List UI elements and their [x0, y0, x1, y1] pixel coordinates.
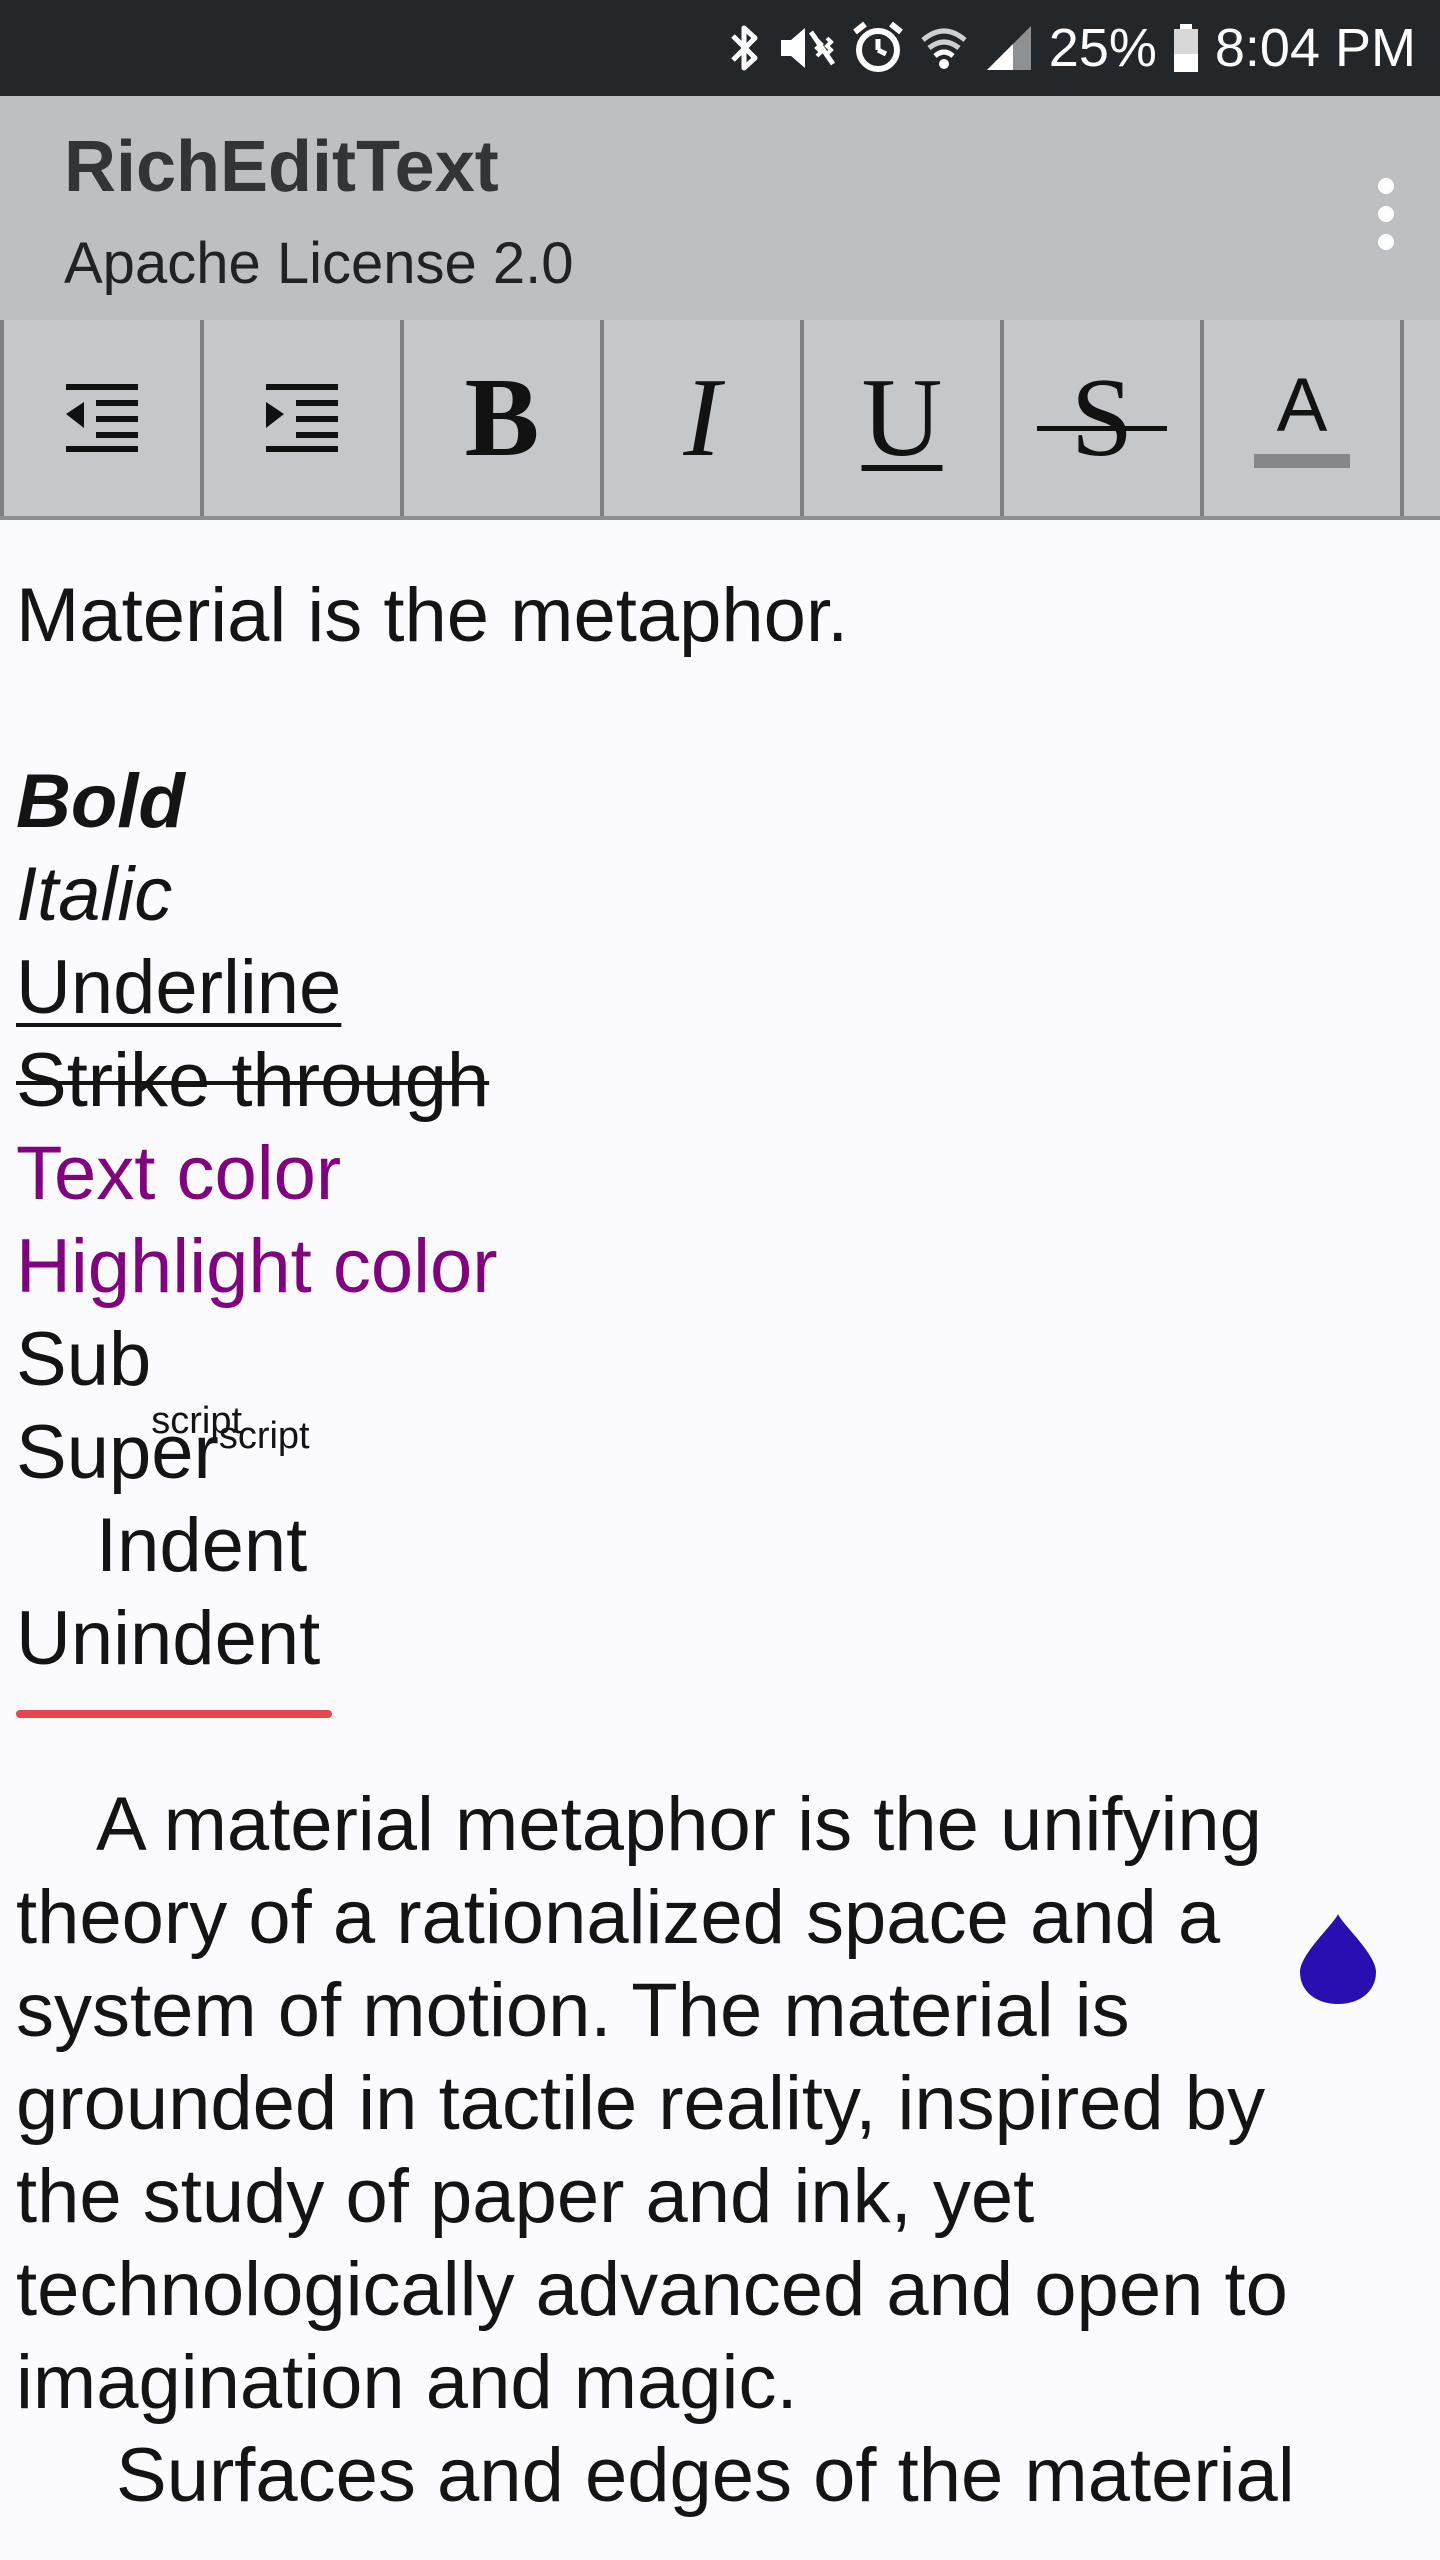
- more-tools-button[interactable]: [1400, 320, 1440, 516]
- spellcheck-underline: [16, 1710, 332, 1718]
- app-subtitle: Apache License 2.0: [64, 231, 574, 296]
- paragraph-line-7: imagination and magic.: [16, 2340, 798, 2425]
- format-toolbar: B I U S A: [0, 320, 1440, 520]
- bluetooth-icon: [731, 25, 758, 71]
- bold-button[interactable]: B: [400, 320, 600, 516]
- italic-button[interactable]: I: [600, 320, 800, 516]
- clock: 8:04 PM: [1214, 18, 1416, 78]
- paragraph-line-3: system of motion. The material is: [16, 1968, 1130, 2053]
- mute-vibrate-icon: [780, 28, 835, 68]
- text-color-glyph: A: [1276, 363, 1328, 448]
- text-color-swatch: [1254, 454, 1350, 468]
- wifi-icon: [921, 28, 967, 69]
- text-color-icon: A: [1254, 368, 1350, 468]
- signal-icon: [986, 26, 1031, 70]
- status-bar: 25% 8:04 PM: [0, 0, 1440, 96]
- superscript-sample: Superscript: [16, 1406, 310, 1513]
- text-color-sample: Text color: [16, 1131, 342, 1216]
- unindent-button[interactable]: [0, 320, 200, 516]
- app-title: RichEditText: [64, 127, 499, 207]
- paragraph-line-6: technologically advanced and open to: [16, 2247, 1288, 2332]
- text-cursor-handle[interactable]: [1296, 1910, 1380, 2006]
- paragraph-line-4: grounded in tactile reality, inspired by: [16, 2061, 1266, 2146]
- indent-sample: Indent: [96, 1503, 308, 1588]
- subscript-sample: Subscript: [16, 1313, 242, 1442]
- italic-sample: Italic: [16, 852, 173, 937]
- text-color-button[interactable]: A: [1200, 320, 1400, 516]
- paragraph-line-8: Surfaces and edges of the material: [116, 2433, 1295, 2518]
- strike-sample: Strike through: [16, 1038, 490, 1123]
- underline-glyph: U: [861, 355, 943, 480]
- bold-sample: Bold: [16, 759, 185, 844]
- superscript-text: script: [218, 1415, 310, 1457]
- bold-glyph: B: [464, 355, 540, 480]
- superscript-base: Super: [16, 1410, 219, 1495]
- paragraph-line-1: A material metaphor is the unifying: [96, 1782, 1262, 1867]
- rich-text-editor[interactable]: Material is the metaphor. Bold Italic Un…: [0, 520, 1440, 2560]
- strikethrough-button[interactable]: S: [1000, 320, 1200, 516]
- status-icons: 25% 8:04 PM: [727, 0, 1416, 96]
- battery-percent: 25%: [1048, 18, 1157, 78]
- screen: 25% 8:04 PM RichEditText Apache License …: [0, 0, 1440, 2560]
- unindent-sample: Unindent: [16, 1596, 321, 1681]
- highlight-color-sample: Highlight color: [16, 1224, 498, 1309]
- indent-button[interactable]: [200, 320, 400, 516]
- format-indent-increase-icon: [266, 384, 338, 452]
- battery-icon: [1173, 24, 1198, 72]
- heading-line: Material is the metaphor.: [16, 573, 849, 658]
- underline-button[interactable]: U: [800, 320, 1000, 516]
- subscript-base: Sub: [16, 1317, 152, 1402]
- strikethrough-glyph: S: [1037, 354, 1167, 483]
- paragraph-line-2: theory of a rationalized space and a: [16, 1875, 1221, 1960]
- paragraph-line-5: the study of paper and ink, yet: [16, 2154, 1035, 2239]
- more-vert-icon[interactable]: [1362, 174, 1410, 254]
- underline-sample: Underline: [16, 945, 342, 1030]
- italic-glyph: I: [683, 355, 721, 480]
- format-indent-decrease-icon: [66, 384, 138, 452]
- alarm-icon: [852, 21, 903, 72]
- app-bar: RichEditText Apache License 2.0: [0, 96, 1440, 320]
